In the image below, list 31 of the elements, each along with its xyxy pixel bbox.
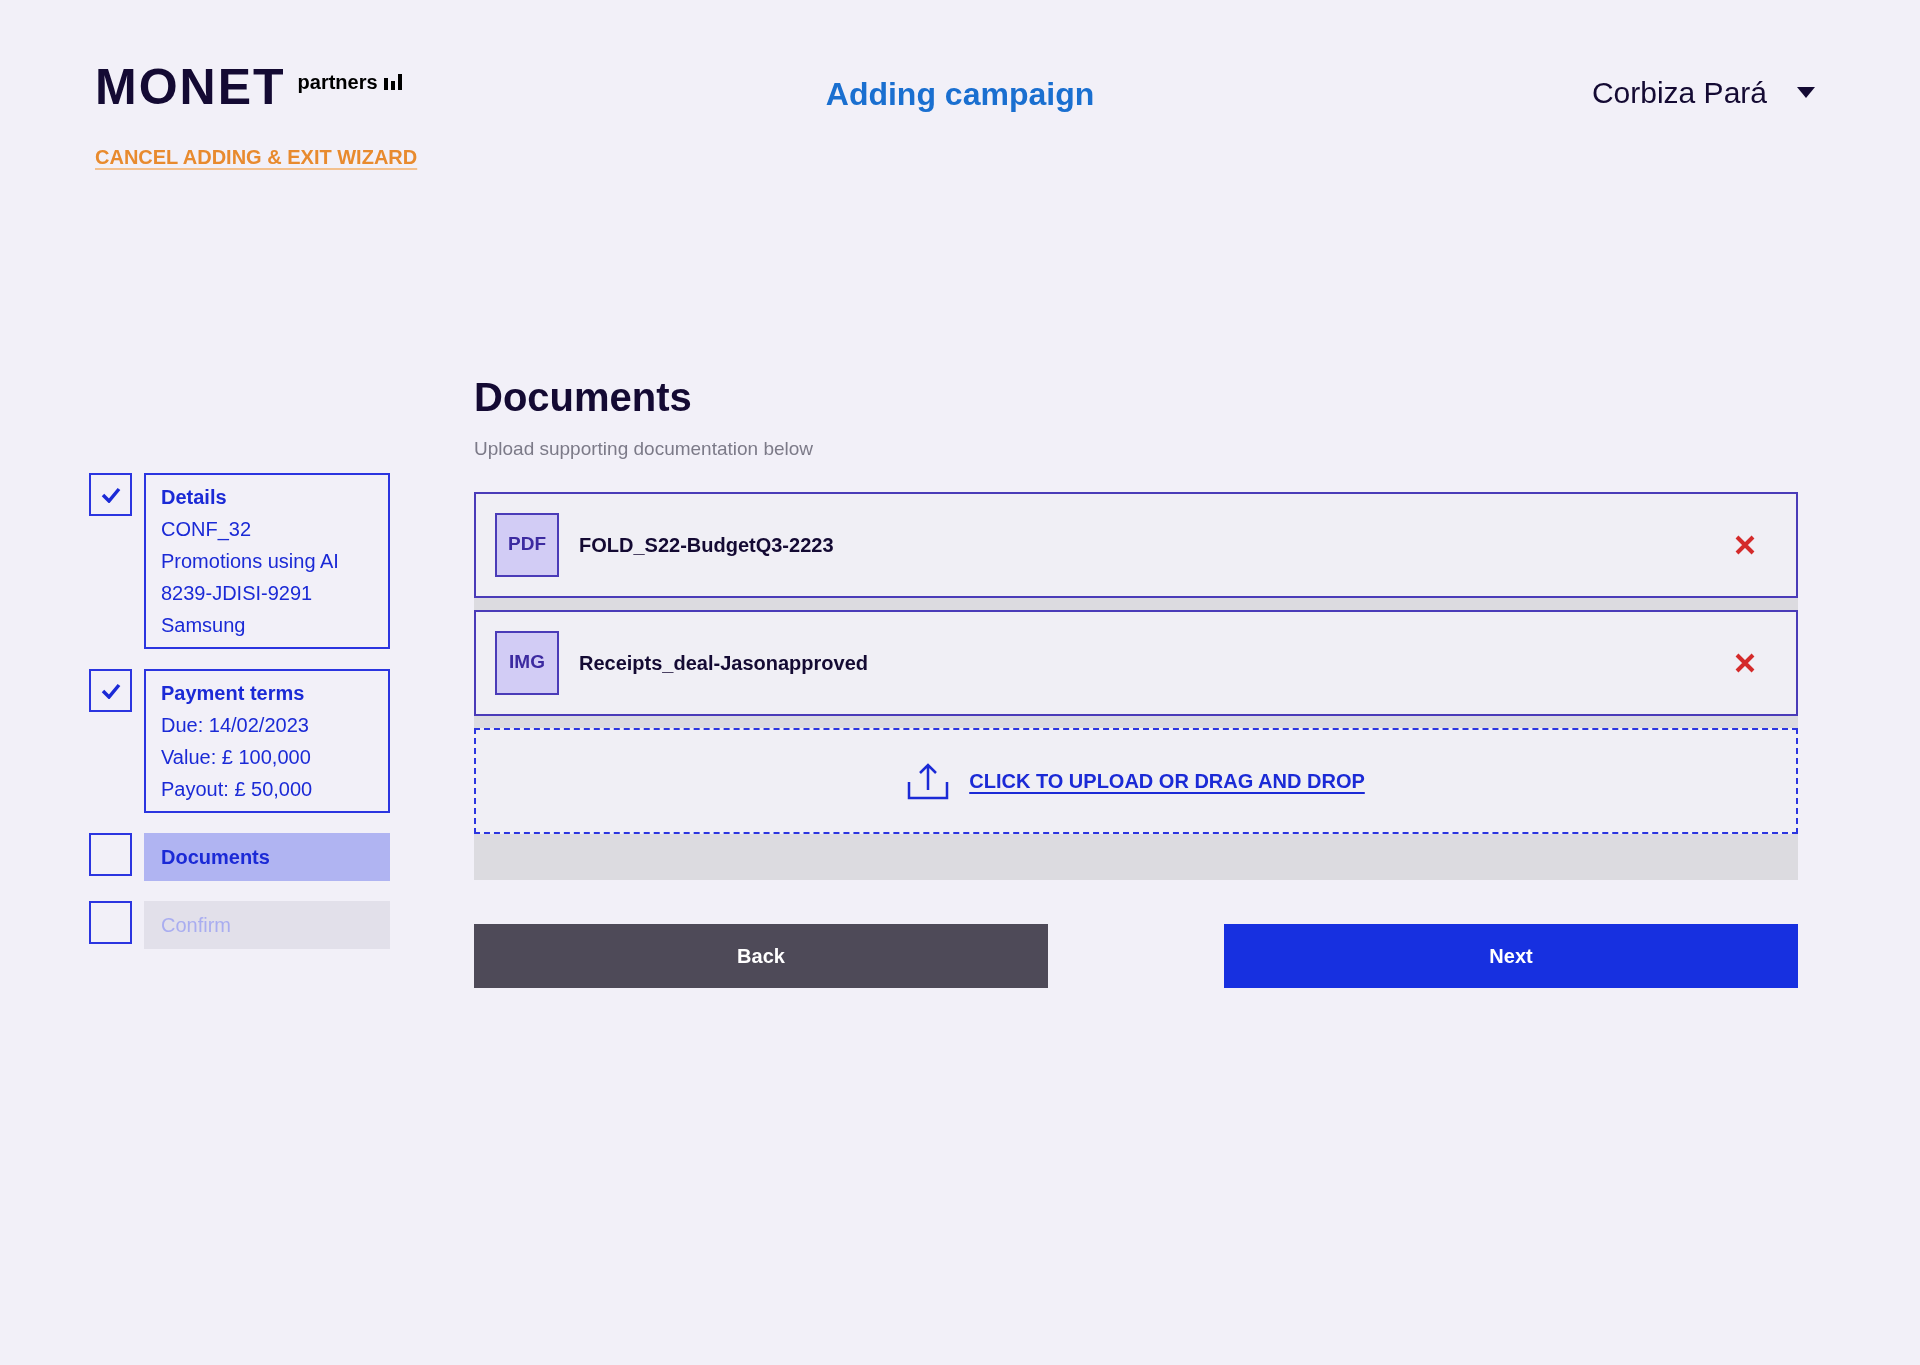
step-detail: Due: 14/02/2023 xyxy=(161,713,310,738)
step-detail: Samsung xyxy=(161,613,247,638)
step-detail: Promotions using AI xyxy=(161,549,340,574)
step-detail: Payout: £ 50,000 xyxy=(161,777,314,802)
step-detail: Value: £ 100,000 xyxy=(161,745,312,770)
wizard-button[interactable]: Next xyxy=(1224,923,1798,988)
section-heading: Documents xyxy=(474,377,693,417)
upload-link[interactable]: CLICK TO UPLOAD OR DRAG AND DROP xyxy=(969,765,1365,796)
file-name: FOLD_S22-BudgetQ3-2223 xyxy=(579,532,835,558)
logo-tagline: partners xyxy=(297,72,378,92)
check-icon xyxy=(100,486,121,503)
user-menu[interactable]: Corbiza Pará xyxy=(1405,70,1825,115)
page-title: Adding campaign xyxy=(825,75,1095,114)
bar-chart-icon xyxy=(383,74,402,90)
check-icon xyxy=(100,682,121,699)
upload-dropzone[interactable]: CLICK TO UPLOAD OR DRAG AND DROP xyxy=(474,727,1798,834)
upload-icon xyxy=(907,761,950,800)
dropdown-caret-icon xyxy=(1797,87,1815,98)
section-subtitle: Upload supporting documentation below xyxy=(474,437,815,461)
step-card[interactable]: Details CONF_32 Promotions using AI 8239-JDISI-9291 Samsung xyxy=(144,473,390,649)
file-type-badge: PDF xyxy=(495,512,559,577)
step-card[interactable]: Documents xyxy=(144,833,390,881)
file-name: Receipts_deal-Jasonapproved xyxy=(579,650,869,676)
close-icon xyxy=(1735,534,1755,555)
logo-wordmark: MONET xyxy=(95,62,286,112)
close-icon xyxy=(1735,652,1755,673)
step-card[interactable]: Payment terms Due: 14/02/2023 Value: £ 100,000 Payout: £ 50,000 xyxy=(144,669,390,813)
wizard-button[interactable]: Back xyxy=(474,923,1048,988)
file-type-badge: IMG xyxy=(495,630,559,695)
step-detail: CONF_32 xyxy=(161,517,253,543)
step-detail: 8239-JDISI-9291 xyxy=(161,581,314,606)
